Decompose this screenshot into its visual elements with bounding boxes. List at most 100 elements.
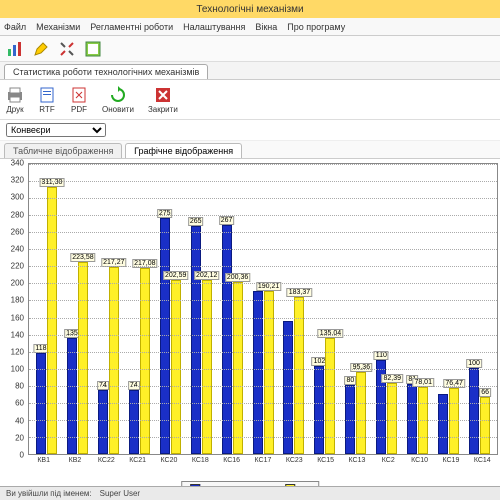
menu-file[interactable]: Файл bbox=[4, 22, 26, 32]
y-tick: 120 bbox=[11, 347, 24, 356]
bar-group: 8095,36 bbox=[340, 372, 371, 454]
bar-group: 183,37 bbox=[279, 297, 310, 454]
view-tab-strip: Табличне відображення Графічне відображе… bbox=[0, 141, 500, 159]
bar-kil: 223,58 bbox=[78, 262, 88, 454]
main-toolbar bbox=[0, 36, 500, 62]
y-tick: 20 bbox=[15, 433, 24, 442]
grid-line bbox=[29, 437, 497, 438]
bar-launches: 100 bbox=[469, 368, 479, 454]
grid-line bbox=[29, 403, 497, 404]
x-tick: КС2 bbox=[373, 457, 404, 473]
chart-icon[interactable] bbox=[6, 40, 24, 58]
data-label: 202,59 bbox=[163, 271, 188, 280]
x-tick: КС13 bbox=[341, 457, 372, 473]
grid-line bbox=[29, 369, 497, 370]
bar-group: 275202,59 bbox=[155, 218, 186, 454]
chart-area: 0204060801001201401601802002202402602803… bbox=[0, 159, 500, 499]
tab-graph-view[interactable]: Графічне відображення bbox=[125, 143, 242, 158]
window-title: Технологічні механізми bbox=[196, 4, 303, 15]
grid-line bbox=[29, 181, 497, 182]
grid-line bbox=[29, 352, 497, 353]
bar-kil: 217,08 bbox=[140, 268, 150, 454]
y-tick: 60 bbox=[15, 399, 24, 408]
status-label: Ви увійшли під іменем: bbox=[6, 489, 92, 498]
y-tick: 200 bbox=[11, 279, 24, 288]
tab-table-view[interactable]: Табличне відображення bbox=[4, 143, 122, 158]
data-label: 265 bbox=[188, 217, 204, 226]
bar-kil: 183,37 bbox=[294, 297, 304, 454]
data-label: 223,58 bbox=[70, 253, 95, 262]
y-tick: 240 bbox=[11, 244, 24, 253]
bar-launches: 74 bbox=[98, 390, 108, 454]
grid-line bbox=[29, 249, 497, 250]
conveyor-select[interactable]: Конвеєри bbox=[6, 123, 106, 137]
refresh-button[interactable]: Оновити bbox=[102, 86, 134, 114]
tools-icon[interactable] bbox=[58, 40, 76, 58]
data-label: 82,39 bbox=[382, 374, 404, 383]
main-tab-strip: Статистика роботи технологічних механізм… bbox=[0, 62, 500, 80]
status-bar: Ви увійшли під іменем: Super User bbox=[0, 486, 500, 500]
x-tick: КС15 bbox=[310, 457, 341, 473]
tab-statistics[interactable]: Статистика роботи технологічних механізм… bbox=[4, 64, 208, 79]
bar-kil: 311,30 bbox=[47, 187, 57, 454]
data-label: 275 bbox=[157, 209, 173, 218]
x-tick: КС20 bbox=[153, 457, 184, 473]
bar-group: 10066 bbox=[464, 368, 495, 454]
menu-windows[interactable]: Вікна bbox=[255, 22, 277, 32]
bar-kil: 76,47 bbox=[449, 388, 459, 454]
window-titlebar: Технологічні механізми bbox=[0, 0, 500, 18]
data-label: 100 bbox=[466, 359, 482, 368]
window-icon[interactable] bbox=[84, 40, 102, 58]
x-tick: КС18 bbox=[185, 457, 216, 473]
grid-line bbox=[29, 215, 497, 216]
y-tick: 180 bbox=[11, 296, 24, 305]
x-tick: КС17 bbox=[247, 457, 278, 473]
y-tick: 140 bbox=[11, 330, 24, 339]
bar-kil: 82,39 bbox=[387, 383, 397, 454]
y-tick: 300 bbox=[11, 193, 24, 202]
x-tick: КВ1 bbox=[28, 457, 59, 473]
y-tick: 160 bbox=[11, 313, 24, 322]
grid-line bbox=[29, 164, 497, 165]
grid-line bbox=[29, 454, 497, 455]
bar-launches: 74 bbox=[129, 390, 139, 454]
rtf-button[interactable]: RTF bbox=[38, 86, 56, 114]
y-tick: 100 bbox=[11, 365, 24, 374]
x-tick: КВ2 bbox=[59, 457, 90, 473]
bar-kil: 202,59 bbox=[171, 280, 181, 454]
grid-line bbox=[29, 266, 497, 267]
bar-group: 76,47 bbox=[433, 388, 464, 454]
pencil-icon[interactable] bbox=[32, 40, 50, 58]
y-tick: 80 bbox=[15, 382, 24, 391]
filter-row: Конвеєри bbox=[0, 120, 500, 141]
bar-kil: 66 bbox=[480, 397, 490, 454]
menu-about[interactable]: Про програму bbox=[287, 22, 345, 32]
bar-group: 118311,30 bbox=[31, 187, 62, 454]
x-tick: КС19 bbox=[435, 457, 466, 473]
x-tick: КС14 bbox=[467, 457, 498, 473]
data-label: 200,36 bbox=[225, 273, 250, 282]
x-tick: КС21 bbox=[122, 457, 153, 473]
report-toolbar: Друк RTF PDF Оновити Закрити bbox=[0, 80, 500, 120]
menu-mechanisms[interactable]: Механізми bbox=[36, 22, 80, 32]
x-axis: КВ1КВ2КС22КС21КС20КС18КС16КС17КС23КС15КС… bbox=[28, 457, 498, 473]
data-label: 202,12 bbox=[194, 271, 219, 280]
grid-line bbox=[29, 300, 497, 301]
plot-area: 118311,30135223,5874217,2774217,08275202… bbox=[28, 163, 498, 455]
bar-kil: 202,12 bbox=[202, 280, 212, 454]
bar-launches bbox=[253, 291, 263, 454]
grid-line bbox=[29, 386, 497, 387]
print-button[interactable]: Друк bbox=[6, 86, 24, 114]
bar-launches: 102 bbox=[314, 366, 324, 454]
y-tick: 0 bbox=[20, 451, 24, 460]
bar-group: 74217,08 bbox=[124, 268, 155, 454]
grid-line bbox=[29, 232, 497, 233]
close-button[interactable]: Закрити bbox=[148, 86, 178, 114]
y-tick: 320 bbox=[11, 176, 24, 185]
bar-group: 190,21 bbox=[248, 291, 279, 454]
pdf-button[interactable]: PDF bbox=[70, 86, 88, 114]
menu-works[interactable]: Регламентні роботи bbox=[90, 22, 173, 32]
bar-kil: 95,36 bbox=[356, 372, 366, 454]
y-tick: 220 bbox=[11, 262, 24, 271]
menu-settings[interactable]: Налаштування bbox=[183, 22, 245, 32]
